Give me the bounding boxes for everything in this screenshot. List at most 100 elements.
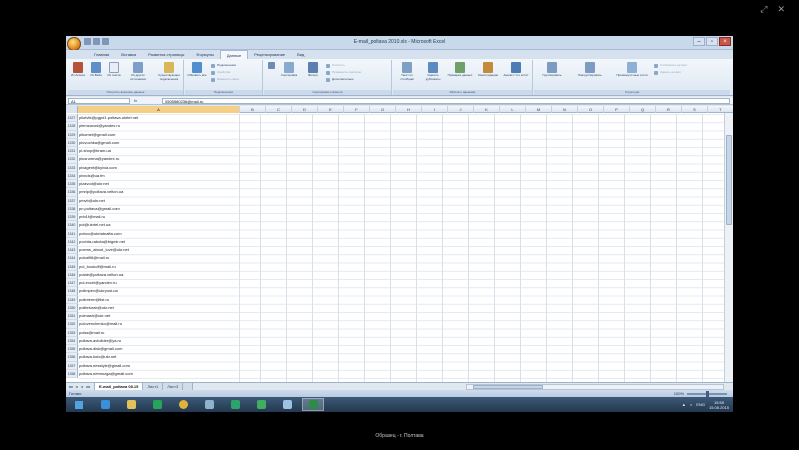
- flag-icon[interactable]: ▲: [682, 402, 686, 407]
- cell-email[interactable]: pokat96@mail.ru: [78, 254, 109, 262]
- column-header-f[interactable]: F: [344, 106, 370, 113]
- filter-button[interactable]: Фильтр: [304, 62, 322, 78]
- advanced-filter-button[interactable]: Дополнительно: [326, 77, 354, 82]
- cell-email[interactable]: poltava.kolo@ukr.net: [78, 353, 116, 361]
- cell-email[interactable]: poltava.disk@gmail.com: [78, 345, 122, 353]
- cell-email[interactable]: pn.poltava@gmail.com: [78, 205, 120, 213]
- cell-email[interactable]: pmrlp@poltava.velton.ua: [78, 188, 123, 196]
- cell-email[interactable]: pol_bookoff@mail.ru: [78, 263, 116, 271]
- row-header[interactable]: 1339: [66, 213, 78, 222]
- consolidate-button[interactable]: Консолидация: [475, 62, 501, 78]
- excel-icon[interactable]: [302, 398, 324, 411]
- column-header-r[interactable]: R: [656, 106, 682, 113]
- row-header[interactable]: 1345: [66, 262, 78, 271]
- what-if-button[interactable]: Анализ "что если": [503, 62, 529, 78]
- clock[interactable]: 15:55 15.08.2015: [709, 400, 729, 410]
- row-header[interactable]: 1331: [66, 147, 78, 156]
- column-header-s[interactable]: S: [682, 106, 708, 113]
- from-text-button[interactable]: Из текста: [106, 62, 122, 78]
- row-header[interactable]: 1354: [66, 336, 78, 345]
- cell-email[interactable]: pol-excel@yandex.ru: [78, 279, 117, 287]
- select-all-corner[interactable]: [66, 106, 78, 113]
- cell-email[interactable]: poems_about_love@ukr.net: [78, 246, 129, 254]
- reapply-button[interactable]: Применить повторно: [326, 70, 361, 75]
- column-header-t[interactable]: T: [708, 106, 733, 113]
- cell-email[interactable]: polinterm@list.ru: [78, 296, 109, 304]
- row-header[interactable]: 1328: [66, 122, 78, 131]
- cell-email[interactable]: pnb1f@mail.ru: [78, 213, 105, 221]
- tab-home[interactable]: Главная: [88, 50, 115, 59]
- row-header[interactable]: 1334: [66, 171, 78, 180]
- cell-email[interactable]: pl-shop@bram.ua: [78, 147, 111, 155]
- cell-email[interactable]: plovochka@gmail.com: [78, 139, 119, 147]
- from-web-button[interactable]: Из Веба: [88, 62, 104, 78]
- windows-start-icon[interactable]: [68, 398, 90, 411]
- column-header-p[interactable]: P: [604, 106, 630, 113]
- existing-connections-button[interactable]: Существующие подключения: [156, 62, 182, 81]
- column-header-e[interactable]: E: [318, 106, 344, 113]
- row-header[interactable]: 1336: [66, 188, 78, 197]
- cell-email[interactable]: politeturab@ukr.net: [78, 304, 114, 312]
- column-header-a[interactable]: A: [78, 106, 240, 113]
- row-header[interactable]: 1330: [66, 138, 78, 147]
- tab-formulas[interactable]: Формулы: [190, 50, 219, 59]
- tab-insert[interactable]: Вставка: [115, 50, 142, 59]
- cell-email[interactable]: plvnds@ua.fm: [78, 172, 105, 180]
- cell-email[interactable]: plusnorma@yandex.ru: [78, 155, 119, 163]
- language-indicator[interactable]: ENG: [696, 402, 705, 407]
- formula-input[interactable]: 0505580236@mail.ru: [162, 98, 730, 104]
- row-header[interactable]: 1327: [66, 114, 78, 123]
- tab-review[interactable]: Рецензирование: [248, 50, 291, 59]
- cell-email[interactable]: poi@ukrtel.net.ua: [78, 221, 110, 229]
- edit-links-button[interactable]: Изменить связи: [211, 77, 239, 82]
- app-screen-icon[interactable]: [250, 398, 272, 411]
- row-header[interactable]: 1358: [66, 369, 78, 378]
- maximize-button[interactable]: ▫: [706, 37, 718, 46]
- vertical-scroll-thumb[interactable]: [726, 135, 732, 225]
- row-header[interactable]: 1346: [66, 270, 78, 279]
- row-header[interactable]: 1338: [66, 204, 78, 213]
- row-header[interactable]: 1344: [66, 254, 78, 263]
- zoom-level[interactable]: 100%: [674, 390, 684, 397]
- cell-email[interactable]: poltava.nesstyle@gmail.com: [78, 362, 130, 370]
- group-button[interactable]: Группировать: [538, 62, 566, 78]
- row-header[interactable]: 1332: [66, 155, 78, 164]
- hide-detail-button[interactable]: Скрыть детали: [654, 70, 681, 75]
- column-header-i[interactable]: I: [422, 106, 448, 113]
- column-header-k[interactable]: K: [474, 106, 500, 113]
- network-icon[interactable]: [198, 398, 220, 411]
- column-header-b[interactable]: B: [240, 106, 266, 113]
- row-header[interactable]: 1353: [66, 328, 78, 337]
- row-header[interactable]: 1333: [66, 163, 78, 172]
- column-header-l[interactable]: L: [500, 106, 526, 113]
- close-button[interactable]: ×: [719, 37, 731, 46]
- cell-email[interactable]: polss@mail.ru: [78, 329, 104, 337]
- fullscreen-icon[interactable]: ⤢: [760, 4, 767, 15]
- cell-email[interactable]: pobov@ukrtatnafta.com: [78, 230, 122, 238]
- paint-icon[interactable]: [276, 398, 298, 411]
- chrome-icon[interactable]: [172, 398, 194, 411]
- cell-email[interactable]: plkomet@gmail.com: [78, 131, 115, 139]
- row-header[interactable]: 1329: [66, 130, 78, 139]
- properties-button[interactable]: Свойства: [211, 70, 230, 75]
- row-header[interactable]: 1350: [66, 303, 78, 312]
- clear-filter-button[interactable]: Очистить: [326, 63, 345, 68]
- file-explorer-icon[interactable]: [120, 398, 142, 411]
- column-header-j[interactable]: J: [448, 106, 474, 113]
- sort-button[interactable]: Сортировка: [278, 62, 300, 78]
- cell-email[interactable]: plzavod@ukr.net: [78, 180, 109, 188]
- name-box[interactable]: A1: [68, 98, 130, 104]
- data-validation-button[interactable]: Проверка данных: [447, 62, 473, 78]
- store-icon[interactable]: [146, 398, 168, 411]
- row-header[interactable]: 1351: [66, 312, 78, 321]
- column-header-d[interactable]: D: [292, 106, 318, 113]
- from-other-sources-button[interactable]: Из других источников: [126, 62, 150, 81]
- column-header-n[interactable]: N: [552, 106, 578, 113]
- sort-az-button[interactable]: [266, 62, 276, 70]
- zoom-slider[interactable]: [687, 390, 727, 397]
- column-header-g[interactable]: G: [370, 106, 396, 113]
- row-header[interactable]: 1357: [66, 361, 78, 370]
- row-header[interactable]: 1355: [66, 345, 78, 354]
- row-header[interactable]: 1335: [66, 180, 78, 189]
- cell-email[interactable]: pochta-rabota@bigmir.net: [78, 238, 125, 246]
